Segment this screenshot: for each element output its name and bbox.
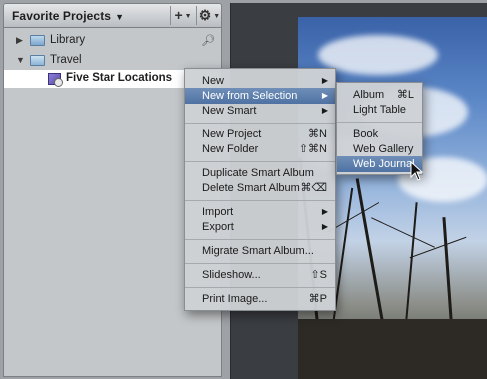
chevron-down-icon: ▼ xyxy=(115,12,125,22)
menu-item-print-image[interactable]: Print Image... ⌘P xyxy=(185,291,335,307)
menu-item-shortcut: ⌘⌫ xyxy=(300,182,327,194)
projects-dropdown-label: Favorite Projects xyxy=(12,9,112,23)
action-button[interactable]: ⚙ ▼ xyxy=(196,6,221,25)
menu-item-label: Web Journal xyxy=(353,158,415,170)
menu-item-label: Import xyxy=(202,206,234,218)
sidebar-item-label: Library xyxy=(50,34,86,46)
menu-item-label: Migrate Smart Album... xyxy=(202,245,314,257)
menu-item-new-from-selection[interactable]: New from Selection ▶ xyxy=(185,88,335,104)
menu-separator xyxy=(185,263,335,264)
submenu-item-light-table[interactable]: Light Table xyxy=(337,102,422,118)
menu-separator xyxy=(185,123,335,124)
projects-dropdown[interactable]: Favorite Projects ▼ xyxy=(12,9,124,23)
menu-item-label: Web Gallery xyxy=(353,143,414,155)
menu-item-export[interactable]: Export ▶ xyxy=(185,219,335,235)
submenu-arrow-icon: ▶ xyxy=(321,106,328,115)
folder-icon xyxy=(30,55,45,66)
submenu-item-web-gallery[interactable]: Web Gallery xyxy=(337,141,422,157)
menu-item-shortcut: ⌘P xyxy=(308,293,327,305)
submenu-arrow-icon: ▶ xyxy=(321,91,328,100)
menu-item-label: Delete Smart Album xyxy=(202,182,300,194)
menu-item-label: New Project xyxy=(202,128,262,140)
menu-item-new-smart[interactable]: New Smart ▶ xyxy=(185,103,335,119)
building xyxy=(298,319,487,379)
menu-separator xyxy=(185,200,335,201)
submenu-arrow-icon: ▶ xyxy=(321,222,328,231)
plus-icon: + xyxy=(174,7,183,23)
menu-separator xyxy=(185,239,335,240)
menu-item-label: New Smart xyxy=(202,105,257,117)
menu-item-label: New Folder xyxy=(202,143,259,155)
add-button[interactable]: + ▼ xyxy=(170,6,195,25)
library-icon xyxy=(30,35,45,46)
submenu-item-book[interactable]: Book xyxy=(337,126,422,142)
menu-item-label: Album xyxy=(353,89,385,101)
menu-item-delete-smart-album[interactable]: Delete Smart Album ⌘⌫ xyxy=(185,180,335,196)
menu-item-label: Slideshow... xyxy=(202,269,261,281)
menu-item-label: Light Table xyxy=(353,104,407,116)
context-menu: New ▶ New from Selection ▶ New Smart ▶ New … xyxy=(184,68,336,311)
menu-separator xyxy=(185,161,335,162)
disclosure-closed-icon[interactable]: ▶ xyxy=(16,35,23,46)
menu-item-label: New xyxy=(202,75,225,87)
menu-item-shortcut: ⇧⌘N xyxy=(298,143,327,155)
menu-item-new-project[interactable]: New Project ⌘N xyxy=(185,126,335,142)
panel-header: Favorite Projects ▼ + ▼ ⚙ ▼ xyxy=(4,4,221,28)
chevron-down-icon: ▼ xyxy=(211,12,221,20)
menu-separator xyxy=(185,287,335,288)
menu-item-shortcut: ⌘N xyxy=(308,128,327,140)
smart-album-icon xyxy=(48,73,63,87)
menu-item-label: New from Selection xyxy=(202,90,298,102)
menu-item-slideshow[interactable]: Slideshow... ⇧S xyxy=(185,267,335,283)
menu-item-label: Export xyxy=(202,221,234,233)
submenu-arrow-icon: ▶ xyxy=(321,207,328,216)
gear-icon: ⚙ xyxy=(198,7,212,23)
menu-item-new[interactable]: New ▶ xyxy=(185,73,335,89)
sidebar-item-label: Five Star Locations xyxy=(66,72,173,84)
menu-item-label: Book xyxy=(353,128,379,140)
disclosure-open-icon[interactable]: ▼ xyxy=(16,55,25,65)
search-icon[interactable]: 🔎︎ xyxy=(201,34,215,47)
menu-separator xyxy=(337,122,422,123)
menu-item-duplicate-smart-album[interactable]: Duplicate Smart Album xyxy=(185,165,335,181)
submenu-arrow-icon: ▶ xyxy=(321,76,328,85)
menu-item-import[interactable]: Import ▶ xyxy=(185,204,335,220)
chevron-down-icon: ▼ xyxy=(182,12,192,20)
menu-item-shortcut: ⌘L xyxy=(396,89,414,101)
mouse-pointer-icon xyxy=(410,161,424,181)
menu-item-migrate-smart-album[interactable]: Migrate Smart Album... xyxy=(185,243,335,259)
sidebar-item-library[interactable]: ▶ Library 🔎︎ xyxy=(4,32,221,50)
menu-item-label: Print Image... xyxy=(202,293,268,305)
submenu-item-album[interactable]: Album ⌘L xyxy=(337,87,422,103)
menu-item-shortcut: ⇧S xyxy=(310,269,327,281)
sidebar-item-label: Travel xyxy=(50,54,82,66)
menu-item-label: Duplicate Smart Album xyxy=(202,167,314,179)
menu-item-new-folder[interactable]: New Folder ⇧⌘N xyxy=(185,141,335,157)
